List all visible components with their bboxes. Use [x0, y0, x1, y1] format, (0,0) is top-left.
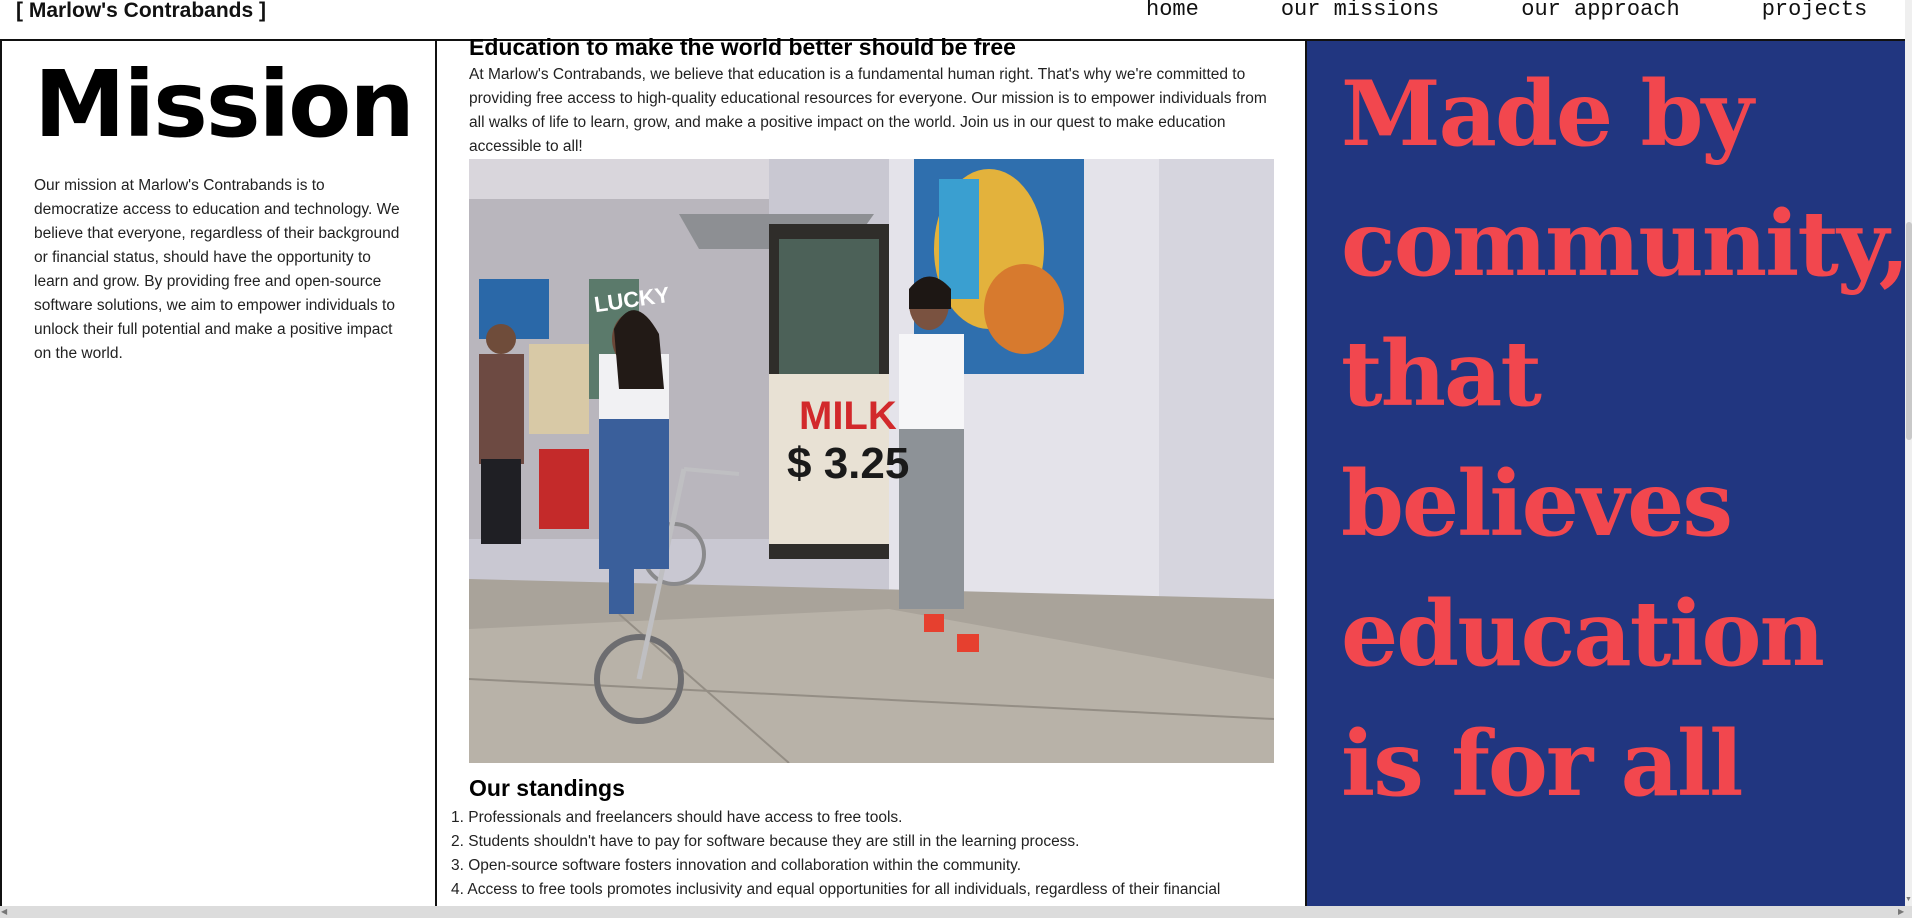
standing-item: 3. Open-source software fosters innovati… — [451, 857, 1022, 874]
photo-sign-milk: MILK — [799, 394, 897, 438]
nav-home-link[interactable]: home — [1146, 0, 1199, 22]
street-photo: MILK $ 3.25 LUCKY — [469, 159, 1274, 763]
horizontal-scrollbar[interactable] — [0, 906, 1912, 918]
standings-list: 1. Professionals and freelancers should … — [451, 806, 1291, 902]
education-heading: Education to make the world better shoul… — [469, 34, 1016, 60]
scroll-down-icon[interactable]: ▼ — [1905, 896, 1912, 904]
photo-sign-price: $ 3.25 — [787, 439, 910, 488]
mission-title: Mission — [34, 51, 415, 158]
vertical-scrollbar[interactable] — [1905, 0, 1912, 906]
main-nav: home our missions our approach projects — [1146, 0, 1912, 22]
column-divider — [435, 41, 437, 906]
slogan-text: Made by community, that believes educati… — [1341, 61, 1905, 817]
slogan-panel: Made by community, that believes educati… — [1305, 41, 1905, 906]
nav-projects-link[interactable]: projects — [1762, 0, 1868, 22]
standing-item: 2. Students shouldn't have to pay for so… — [451, 833, 1080, 850]
nav-our-approach-link[interactable]: our approach — [1521, 0, 1679, 22]
scroll-right-icon[interactable]: ▶ — [1898, 906, 1908, 918]
standing-item: 4. Access to free tools promotes inclusi… — [451, 881, 1221, 898]
education-description: At Marlow's Contrabands, we believe that… — [469, 66, 1267, 155]
mission-description: Our mission at Marlow's Contrabands is t… — [34, 177, 400, 362]
site-brand[interactable]: [ Marlow's Contrabands ] — [16, 0, 266, 22]
standings-heading: Our standings — [469, 775, 625, 801]
left-frame-border — [0, 41, 2, 906]
nav-our-missions-link[interactable]: our missions — [1281, 0, 1439, 22]
scroll-left-icon[interactable]: ◀ — [1, 906, 11, 918]
vertical-scrollbar-thumb[interactable] — [1906, 222, 1912, 440]
standing-item: 1. Professionals and freelancers should … — [451, 809, 903, 826]
